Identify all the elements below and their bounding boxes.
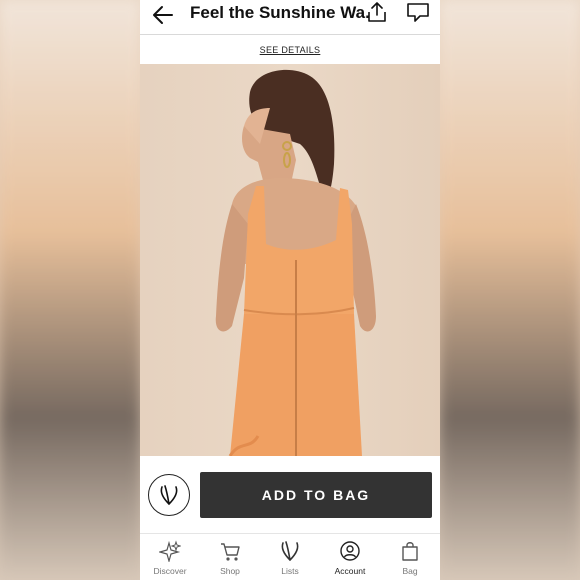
tab-shop[interactable]: Shop: [200, 534, 260, 580]
page-title: Feel the Sunshine Wa..: [190, 3, 370, 22]
chat-bubble-icon[interactable]: [405, 0, 431, 24]
bag-icon: [399, 540, 421, 567]
bottom-tab-bar: Discover Shop Lists Account Bag: [140, 533, 440, 580]
add-to-bag-button[interactable]: ADD TO BAG: [200, 472, 432, 518]
tab-label: Account: [334, 566, 366, 576]
heart-icon: [160, 485, 178, 506]
background-blur-left: [0, 0, 140, 580]
app-screen: Feel the Sunshine Wa.. SEE DETAILS ADD T…: [140, 0, 440, 580]
heart-icon: [279, 540, 301, 567]
tab-label: Discover: [153, 566, 187, 576]
cart-icon: [219, 540, 241, 567]
tab-lists[interactable]: Lists: [260, 534, 320, 580]
tab-account[interactable]: Account: [320, 534, 380, 580]
sparkle-icon: [157, 540, 182, 567]
favorite-button[interactable]: [148, 474, 190, 516]
see-details-link[interactable]: SEE DETAILS: [140, 36, 440, 64]
tab-label: Shop: [220, 566, 240, 576]
tab-label: Bag: [402, 566, 418, 576]
product-image: [140, 64, 440, 456]
tab-label: Lists: [281, 566, 299, 576]
top-bar: Feel the Sunshine Wa..: [140, 0, 440, 35]
arrow-left-icon[interactable]: [150, 2, 178, 30]
share-icon[interactable]: [365, 0, 389, 24]
action-row: ADD TO BAG: [140, 458, 440, 533]
tab-bag[interactable]: Bag: [380, 534, 440, 580]
tab-discover[interactable]: Discover: [140, 534, 200, 580]
user-icon: [339, 540, 361, 567]
background-blur-right: [440, 0, 580, 580]
